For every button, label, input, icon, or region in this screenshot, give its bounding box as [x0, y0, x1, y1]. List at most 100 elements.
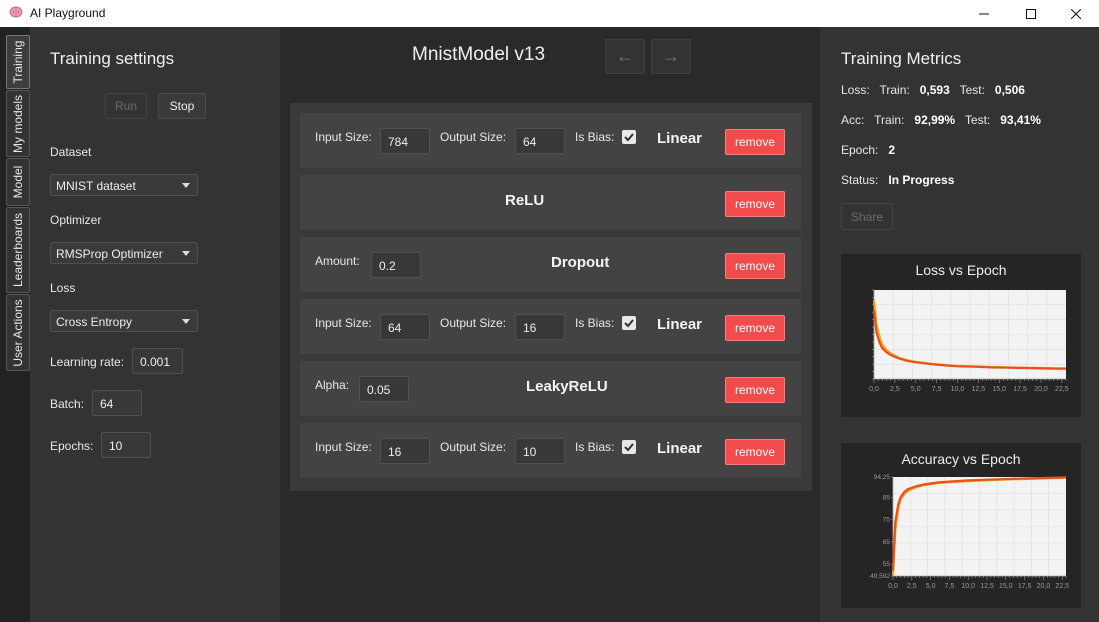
check-icon — [624, 133, 634, 142]
y-tick-label: 94,25 — [874, 474, 891, 481]
amount-field[interactable]: 0.2 — [371, 252, 421, 278]
output-size-label: Output Size: — [440, 130, 507, 144]
dataset-select[interactable]: MNIST dataset — [50, 174, 198, 196]
dataset-value: MNIST dataset — [56, 179, 136, 193]
x-tick-label: 12,5 — [980, 583, 994, 590]
input-size-label: Input Size: — [315, 440, 372, 454]
tab-label: Model — [11, 165, 25, 199]
minimize-button[interactable] — [961, 0, 1007, 27]
loss-metrics-row: Loss: Train: 0,593 Test: 0,506 — [841, 83, 1025, 97]
next-version-button[interactable]: → — [651, 39, 691, 74]
share-button[interactable]: Share — [841, 203, 893, 230]
chevron-down-icon — [182, 183, 190, 188]
arrow-left-icon: ← — [616, 46, 634, 66]
alpha-label: Alpha: — [315, 378, 350, 392]
check-icon — [624, 319, 634, 328]
bias-checkbox[interactable] — [622, 130, 636, 144]
learning-rate-label: Learning rate: — [50, 355, 125, 369]
dataset-label: Dataset — [50, 145, 92, 159]
tab-training[interactable]: Training — [6, 35, 30, 89]
vertical-tab-bar: Training My models Model Leaderboards Us… — [0, 27, 30, 622]
epochs-input[interactable]: 10 — [101, 432, 151, 458]
x-tick-label: 0,0 — [888, 583, 898, 590]
x-tick-label: 10,0 — [951, 386, 965, 393]
learning-rate-input[interactable]: 0.001 — [132, 348, 183, 374]
is-bias-label: Is Bias: — [575, 316, 615, 330]
remove-layer-button[interactable]: remove — [725, 439, 785, 465]
loss-chart: Loss vs Epoch 0,0 2,5 5,0 7,5 10,0 12,5 15,0 17… — [841, 254, 1081, 417]
tab-label: Leaderboards — [11, 212, 25, 288]
x-tick-label: 7,5 — [932, 386, 942, 393]
output-size-field[interactable]: 10 — [515, 438, 565, 464]
test-label: Test: — [964, 113, 991, 127]
model-title: MnistModel v13 — [412, 44, 546, 65]
remove-layer-button[interactable]: remove — [725, 253, 785, 279]
tab-leaderboards[interactable]: Leaderboards — [6, 207, 30, 293]
x-tick-label: 0,0 — [869, 386, 879, 393]
train-label: Train: — [879, 83, 910, 97]
alpha-field[interactable]: 0.05 — [359, 376, 409, 402]
x-tick-label: 2,5 — [890, 386, 900, 393]
batch-value: 64 — [100, 397, 114, 411]
train-label: Train: — [874, 113, 905, 127]
arrow-right-icon: → — [662, 46, 680, 66]
loss-label: Loss — [50, 281, 76, 295]
input-size-field[interactable]: 64 — [380, 314, 430, 340]
layer-leakyrelu: Alpha: 0.05 LeakyReLU remove — [300, 361, 801, 416]
close-button[interactable] — [1053, 0, 1099, 27]
epochs-label: Epochs: — [50, 439, 94, 453]
run-button[interactable]: Run — [105, 93, 147, 119]
layer-type: Linear — [657, 440, 703, 457]
remove-layer-button[interactable]: remove — [725, 377, 785, 403]
loss-train-value: 0,593 — [919, 83, 950, 97]
acc-label: Acc: — [841, 113, 865, 127]
output-size-value: 10 — [523, 445, 537, 459]
output-size-field[interactable]: 16 — [515, 314, 565, 340]
panel-title: Training settings — [50, 49, 175, 68]
batch-input[interactable]: 64 — [92, 390, 142, 416]
y-tick-label: 55 — [883, 561, 891, 568]
tab-model[interactable]: Model — [6, 158, 30, 206]
training-settings-panel: Training settings Run Stop Dataset MNIST… — [30, 27, 280, 622]
input-size-label: Input Size: — [315, 130, 372, 144]
loss-select[interactable]: Cross Entropy — [50, 310, 198, 332]
input-size-label: Input Size: — [315, 316, 372, 330]
x-tick-label: 15,0 — [999, 583, 1013, 590]
output-size-value: 16 — [523, 321, 537, 335]
input-size-field[interactable]: 784 — [380, 128, 430, 154]
bias-checkbox[interactable] — [622, 316, 636, 330]
epochs-value: 10 — [109, 439, 123, 453]
status-value: In Progress — [888, 173, 955, 187]
input-size-field[interactable]: 16 — [380, 438, 430, 464]
maximize-icon — [1026, 8, 1036, 19]
x-tick-label: 7,5 — [945, 583, 955, 590]
tab-my-models[interactable]: My models — [6, 90, 30, 157]
y-tick-label: 49,592 — [870, 573, 890, 580]
x-tick-label: 12,5 — [972, 386, 986, 393]
x-tick-label: 2,5 — [907, 583, 917, 590]
remove-layer-button[interactable]: remove — [725, 315, 785, 341]
layer-type: Dropout — [551, 254, 610, 271]
remove-layer-button[interactable]: remove — [725, 129, 785, 155]
layer-dropout: Amount: 0.2 Dropout remove — [300, 237, 801, 292]
optimizer-select[interactable]: RMSProp Optimizer — [50, 242, 198, 264]
maximize-button[interactable] — [1008, 0, 1054, 27]
accuracy-metrics-row: Acc: Train: 92,99% Test: 93,41% — [841, 113, 1041, 127]
x-tick-label: 10,0 — [961, 583, 975, 590]
chevron-down-icon — [182, 251, 190, 256]
tab-user-actions[interactable]: User Actions — [6, 294, 30, 371]
acc-train-value: 92,99% — [914, 113, 956, 127]
layer-type: Linear — [657, 130, 703, 147]
output-size-field[interactable]: 64 — [515, 128, 565, 154]
is-bias-label: Is Bias: — [575, 440, 615, 454]
remove-layer-button[interactable]: remove — [725, 191, 785, 217]
prev-version-button[interactable]: ← — [605, 39, 645, 74]
x-tick-label: 20,0 — [1034, 386, 1048, 393]
loss-label: Loss: — [841, 83, 870, 97]
optimizer-value: RMSProp Optimizer — [56, 247, 163, 261]
stop-button[interactable]: Stop — [158, 93, 206, 119]
y-tick-label: 65 — [883, 539, 891, 546]
x-tick-label: 17,5 — [1018, 583, 1032, 590]
bias-checkbox[interactable] — [622, 440, 636, 454]
x-tick-label: 17,5 — [1013, 386, 1027, 393]
